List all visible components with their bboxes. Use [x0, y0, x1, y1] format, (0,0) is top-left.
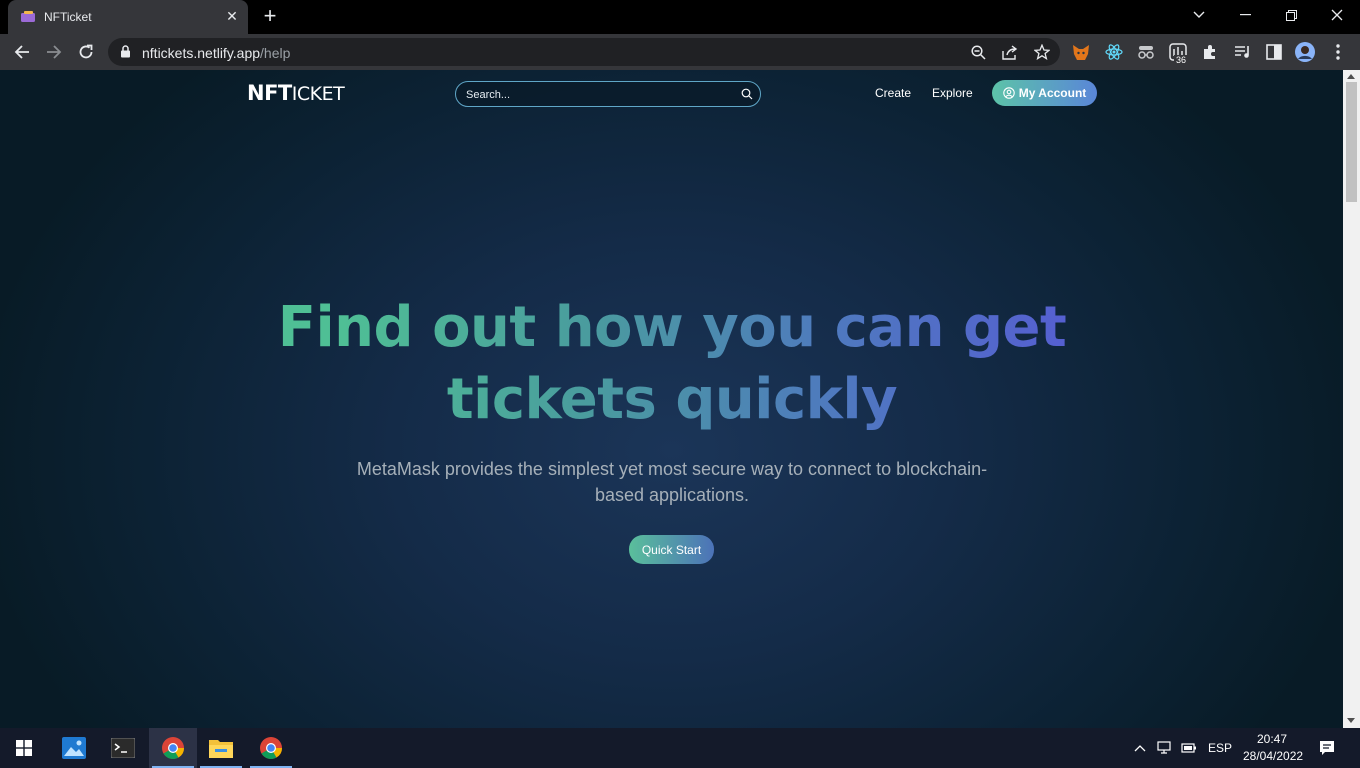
new-tab-button[interactable]: + [259, 5, 281, 28]
side-panel-icon[interactable] [1264, 42, 1284, 62]
browser-menu-icon[interactable] [1328, 42, 1348, 62]
minimize-icon[interactable] [1222, 0, 1268, 30]
windows-taskbar: ESP 20:47 28/04/2022 [0, 728, 1360, 768]
hero-title-line1: Find out how you can get [277, 295, 1067, 360]
logo-rest: ICKET [291, 83, 345, 105]
browser-tab[interactable]: NFTicket ✕ [8, 0, 248, 34]
metamask-extension-icon[interactable] [1071, 42, 1091, 62]
page-scrollbar[interactable] [1343, 70, 1360, 728]
hero-subtitle: MetaMask provides the simplest yet most … [320, 456, 1024, 508]
scroll-thumb[interactable] [1346, 82, 1357, 202]
restore-icon[interactable] [1268, 0, 1314, 30]
react-devtools-icon[interactable] [1104, 42, 1124, 62]
web-page: NFTICKET Create Explore My Account Find … [0, 70, 1343, 728]
address-bar[interactable]: nftickets.netlify.app/help [108, 38, 1060, 66]
clock-time[interactable]: 20:47 [1257, 732, 1287, 746]
site-search [455, 81, 761, 107]
search-input[interactable] [466, 87, 726, 103]
notifications-icon[interactable] [1319, 740, 1335, 756]
user-circle-icon [1002, 87, 1015, 99]
scroll-up-icon[interactable] [1347, 74, 1355, 79]
close-window-icon[interactable] [1314, 0, 1360, 30]
search-icon[interactable] [741, 88, 753, 100]
network-icon[interactable] [1157, 740, 1173, 756]
extension-badge: 36 [1174, 55, 1189, 65]
ticket-favicon-icon [21, 11, 35, 22]
scroll-down-icon[interactable] [1347, 718, 1355, 723]
nav-create[interactable]: Create [875, 86, 911, 100]
hero-title-line2: tickets quickly [446, 367, 898, 432]
tab-title: NFTicket [44, 10, 92, 24]
my-account-button[interactable]: My Account [992, 80, 1097, 106]
zoom-icon[interactable] [969, 43, 987, 61]
quick-start-button[interactable]: Quick Start [629, 535, 714, 564]
tab-strip: NFTicket ✕ + [0, 0, 1360, 34]
battery-icon[interactable] [1181, 740, 1197, 756]
chrome-app-icon-active[interactable] [149, 728, 197, 768]
tab-close-icon[interactable]: ✕ [224, 8, 240, 24]
incognito-extension-icon[interactable] [1136, 42, 1156, 62]
chevron-up-icon[interactable] [1132, 740, 1148, 756]
hero-subtitle-line1: MetaMask provides the simplest yet most … [356, 459, 988, 479]
hero-subtitle-line2: based applications. [594, 485, 750, 505]
back-arrow-icon[interactable] [10, 40, 34, 64]
tab-search-icon[interactable] [1176, 0, 1222, 30]
url-host: nftickets.netlify.app [142, 45, 261, 61]
hero-title: Find out how you can get tickets quickly [240, 292, 1104, 436]
clock-date[interactable]: 28/04/2022 [1243, 749, 1303, 763]
nav-explore[interactable]: Explore [932, 86, 973, 100]
chrome-app-icon[interactable] [247, 728, 295, 768]
share-icon[interactable] [1001, 43, 1019, 61]
profile-avatar[interactable] [1295, 42, 1315, 62]
windows-start-icon[interactable] [0, 728, 48, 768]
media-control-icon[interactable] [1232, 42, 1252, 62]
site-logo[interactable]: NFTICKET [247, 81, 345, 105]
logo-bold: NFT [247, 81, 292, 105]
lock-icon [121, 45, 130, 58]
file-explorer-icon[interactable] [197, 728, 245, 768]
extensions-puzzle-icon[interactable] [1200, 42, 1220, 62]
photos-app-icon[interactable] [50, 728, 98, 768]
language-indicator[interactable]: ESP [1208, 741, 1232, 755]
my-account-label: My Account [1018, 86, 1087, 100]
reload-icon[interactable] [74, 40, 98, 64]
url-path: /help [260, 45, 291, 61]
browser-toolbar: nftickets.netlify.app/help [0, 34, 1360, 70]
forward-arrow-icon[interactable] [42, 40, 66, 64]
url-text: nftickets.netlify.app/help [142, 45, 290, 61]
bookmark-star-icon[interactable] [1033, 43, 1051, 61]
terminal-app-icon[interactable] [99, 728, 147, 768]
